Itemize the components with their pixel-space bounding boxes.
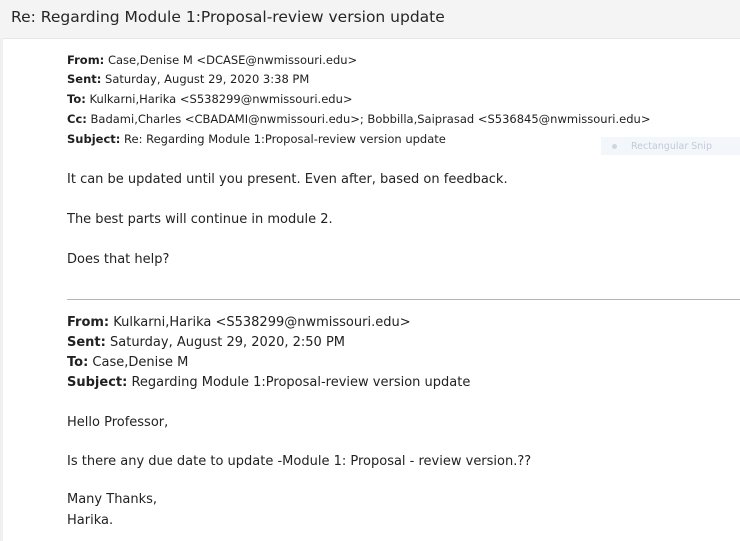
reply-subject-line: Subject: Re: Regarding Module 1:Proposal… xyxy=(67,132,446,146)
reply-body-line: It can be updated until you present. Eve… xyxy=(67,172,508,187)
quoted-to-label: To: xyxy=(67,355,89,370)
quoted-from-value[interactable]: Kulkarni,Harika <S538299@nwmissouri.edu> xyxy=(113,315,410,330)
reply-from-label: From: xyxy=(67,53,105,67)
email-subject-bar: Re: Regarding Module 1:Proposal-review v… xyxy=(0,0,740,39)
quoted-greeting: Hello Professor, xyxy=(67,415,169,430)
reply-subject-label: Subject: xyxy=(67,132,121,146)
reply-to-label: To: xyxy=(67,92,86,106)
quoted-question: Is there any due date to update -Module … xyxy=(67,454,532,469)
quoted-sent-value: Saturday, August 29, 2020, 2:50 PM xyxy=(110,335,346,350)
reply-cc-label: Cc: xyxy=(67,112,87,126)
reply-from-value[interactable]: Case,Denise M <DCASE@nwmissouri.edu> xyxy=(108,53,357,67)
quoted-subject-label: Subject: xyxy=(67,375,128,390)
reply-sent-value: Saturday, August 29, 2020 3:38 PM xyxy=(105,72,310,86)
reply-cc-line: Cc: Badami,Charles <CBADAMI@nwmissouri.e… xyxy=(67,112,650,126)
quoted-subject-value: Regarding Module 1:Proposal-review versi… xyxy=(131,375,471,390)
snip-mode-icon xyxy=(612,143,617,149)
rectangular-snip-overlay[interactable]: Rectangular Snip xyxy=(601,137,740,155)
email-subject-title: Re: Regarding Module 1:Proposal-review v… xyxy=(11,8,445,26)
snip-mode-label: Rectangular Snip xyxy=(631,140,712,152)
quote-divider xyxy=(67,299,740,300)
quoted-signoff: Many Thanks, xyxy=(67,492,158,507)
message-body: From: Case,Denise M <DCASE@nwmissouri.ed… xyxy=(0,38,740,541)
reply-body-line: Does that help? xyxy=(67,252,170,267)
quoted-sent-label: Sent: xyxy=(67,335,106,350)
reply-sent-line: Sent: Saturday, August 29, 2020 3:38 PM xyxy=(67,72,309,86)
reply-to-line: To: Kulkarni,Harika <S538299@nwmissouri.… xyxy=(67,92,353,106)
quoted-sent-line: Sent: Saturday, August 29, 2020, 2:50 PM xyxy=(67,335,345,350)
reply-sent-label: Sent: xyxy=(67,72,102,86)
quoted-to-value[interactable]: Case,Denise M xyxy=(92,355,188,370)
reply-body-line: The best parts will continue in module 2… xyxy=(67,212,333,227)
reply-from-line: From: Case,Denise M <DCASE@nwmissouri.ed… xyxy=(67,53,357,67)
quoted-signature: Harika. xyxy=(67,513,114,528)
reply-to-value[interactable]: Kulkarni,Harika <S538299@nwmissouri.edu> xyxy=(89,92,352,106)
quoted-to-line: To: Case,Denise M xyxy=(67,355,188,370)
reply-subject-value: Re: Regarding Module 1:Proposal-review v… xyxy=(124,132,446,146)
quoted-from-line: From: Kulkarni,Harika <S538299@nwmissour… xyxy=(67,315,411,330)
quoted-subject-line: Subject: Regarding Module 1:Proposal-rev… xyxy=(67,375,470,390)
quoted-from-label: From: xyxy=(67,315,110,330)
reply-cc-value[interactable]: Badami,Charles <CBADAMI@nwmissouri.edu>;… xyxy=(91,112,651,126)
